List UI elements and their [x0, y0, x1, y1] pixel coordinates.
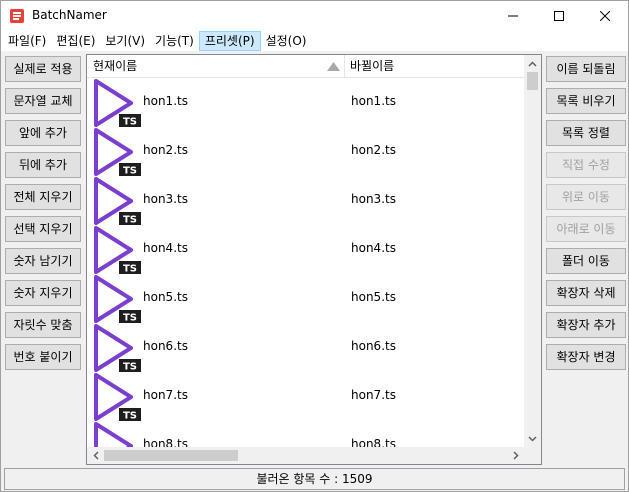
ts-badge: TS [123, 264, 137, 275]
current-name-cell: hon5.ts [143, 290, 188, 304]
window-title: BatchNamer [32, 8, 107, 22]
scroll-down-button[interactable] [524, 430, 541, 447]
menu-edit[interactable]: 편집(E) [51, 31, 100, 51]
sort-ascending-icon [327, 62, 340, 71]
renamed-name-cell: hon2.ts [351, 143, 396, 157]
renamed-name-cell: hon6.ts [351, 339, 396, 353]
ts-file-icon: TS [94, 79, 141, 128]
vertical-scroll-thumb[interactable] [527, 72, 538, 90]
minimize-button[interactable] [490, 1, 536, 31]
column-current-name[interactable]: 현재이름 [93, 55, 343, 78]
list-item[interactable]: TS hon8.ts hon8.ts [87, 421, 524, 449]
horizontal-scroll-thumb[interactable] [104, 450, 238, 461]
chevron-down-icon [528, 435, 537, 442]
ts-badge: TS [123, 313, 137, 324]
menu-bar: 파일(F) 편집(E) 보기(V) 기능(T) 프리셋(P) 설정(O) [1, 31, 628, 51]
scrollbar-corner [524, 447, 541, 464]
scroll-left-button[interactable] [87, 447, 104, 464]
direct-edit-button[interactable]: 직접 수정 [546, 152, 626, 178]
delete-extension-button[interactable]: 확장자 삭제 [546, 280, 626, 306]
list-item[interactable]: TS hon1.ts hon1.ts [87, 78, 524, 127]
list-item[interactable]: TS hon2.ts hon2.ts [87, 127, 524, 176]
clear-all-button[interactable]: 전체 지우기 [5, 184, 81, 210]
current-name-cell: hon4.ts [143, 241, 188, 255]
current-name-cell: hon3.ts [143, 192, 188, 206]
horizontal-scrollbar[interactable] [87, 447, 524, 464]
remove-digits-button[interactable]: 숫자 지우기 [5, 280, 81, 306]
menu-settings[interactable]: 설정(O) [261, 31, 312, 51]
list-item[interactable]: TS hon3.ts hon3.ts [87, 176, 524, 225]
revert-name-button[interactable]: 이름 되돌림 [546, 56, 626, 82]
ts-file-icon: TS [94, 324, 141, 373]
replace-string-button[interactable]: 문자열 교체 [5, 88, 81, 114]
ts-file-icon: TS [94, 373, 141, 422]
move-up-button[interactable]: 위로 이동 [546, 184, 626, 210]
renamed-name-cell: hon4.ts [351, 241, 396, 255]
empty-list-button[interactable]: 목록 비우기 [546, 88, 626, 114]
list-rows: TS hon1.ts hon1.ts TS hon2.ts hon2.ts TS [87, 78, 524, 449]
close-button[interactable] [582, 1, 628, 31]
ts-file-icon: TS [94, 128, 141, 177]
renamed-name-cell: hon7.ts [351, 388, 396, 402]
clear-selection-button[interactable]: 선택 지우기 [5, 216, 81, 242]
ts-badge: TS [123, 362, 137, 373]
status-bar: 불러온 항목 수 : 1509 [4, 468, 625, 490]
move-down-button[interactable]: 아래로 이동 [546, 216, 626, 242]
chevron-left-icon [92, 451, 99, 460]
list-item[interactable]: TS hon6.ts hon6.ts [87, 323, 524, 372]
close-icon [600, 11, 610, 21]
chevron-right-icon [512, 451, 519, 460]
current-name-cell: hon7.ts [143, 388, 188, 402]
add-number-button[interactable]: 번호 붙이기 [5, 344, 81, 370]
pad-digits-button[interactable]: 자릿수 맞춤 [5, 312, 81, 338]
current-name-cell: hon1.ts [143, 94, 188, 108]
menu-view[interactable]: 보기(V) [100, 31, 150, 51]
apply-button[interactable]: 실제로 적용 [5, 56, 81, 82]
maximize-icon [554, 11, 564, 21]
list-header: 현재이름 바뀔이름 [87, 55, 524, 78]
append-button[interactable]: 뒤에 추가 [5, 152, 81, 178]
ts-badge: TS [123, 117, 137, 128]
ts-file-icon: TS [94, 177, 141, 226]
maximize-button[interactable] [536, 1, 582, 31]
add-extension-button[interactable]: 확장자 추가 [546, 312, 626, 338]
menu-file[interactable]: 파일(F) [3, 31, 51, 51]
list-item[interactable]: TS hon4.ts hon4.ts [87, 225, 524, 274]
ts-file-icon: TS [94, 226, 141, 275]
renamed-name-cell: hon1.ts [351, 94, 396, 108]
ts-badge: TS [123, 411, 137, 422]
scroll-right-button[interactable] [507, 447, 524, 464]
minimize-icon [508, 15, 518, 17]
prepend-button[interactable]: 앞에 추가 [5, 120, 81, 146]
sort-list-button[interactable]: 목록 정렬 [546, 120, 626, 146]
renamed-name-cell: hon5.ts [351, 290, 396, 304]
title-bar[interactable]: BatchNamer [1, 1, 628, 31]
ts-badge: TS [123, 215, 137, 226]
renamed-name-cell: hon3.ts [351, 192, 396, 206]
menu-preset[interactable]: 프리셋(P) [198, 31, 261, 51]
menu-tools[interactable]: 기능(T) [150, 31, 199, 51]
ts-file-icon: TS [94, 275, 141, 324]
current-name-cell: hon6.ts [143, 339, 188, 353]
ts-file-icon: TS [94, 422, 133, 449]
chevron-up-icon [528, 60, 537, 67]
change-extension-button[interactable]: 확장자 변경 [546, 344, 626, 370]
list-item[interactable]: TS hon5.ts hon5.ts [87, 274, 524, 323]
file-list[interactable]: 현재이름 바뀔이름 TS hon1.ts hon1.ts TS hon2.ts … [86, 54, 542, 465]
vertical-scrollbar[interactable] [524, 55, 541, 447]
current-name-cell: hon2.ts [143, 143, 188, 157]
keep-digits-button[interactable]: 숫자 남기기 [5, 248, 81, 274]
ts-badge: TS [123, 166, 137, 177]
scroll-up-button[interactable] [524, 55, 541, 72]
column-renamed-name[interactable]: 바뀔이름 [350, 55, 520, 78]
app-window: BatchNamer 파일(F) 편집(E) 보기(V) 기능(T) 프리셋(P… [0, 0, 629, 492]
column-separator[interactable] [344, 55, 345, 78]
list-item[interactable]: TS hon7.ts hon7.ts [87, 372, 524, 421]
move-folder-button[interactable]: 폴더 이동 [546, 248, 626, 274]
app-icon [10, 9, 24, 23]
